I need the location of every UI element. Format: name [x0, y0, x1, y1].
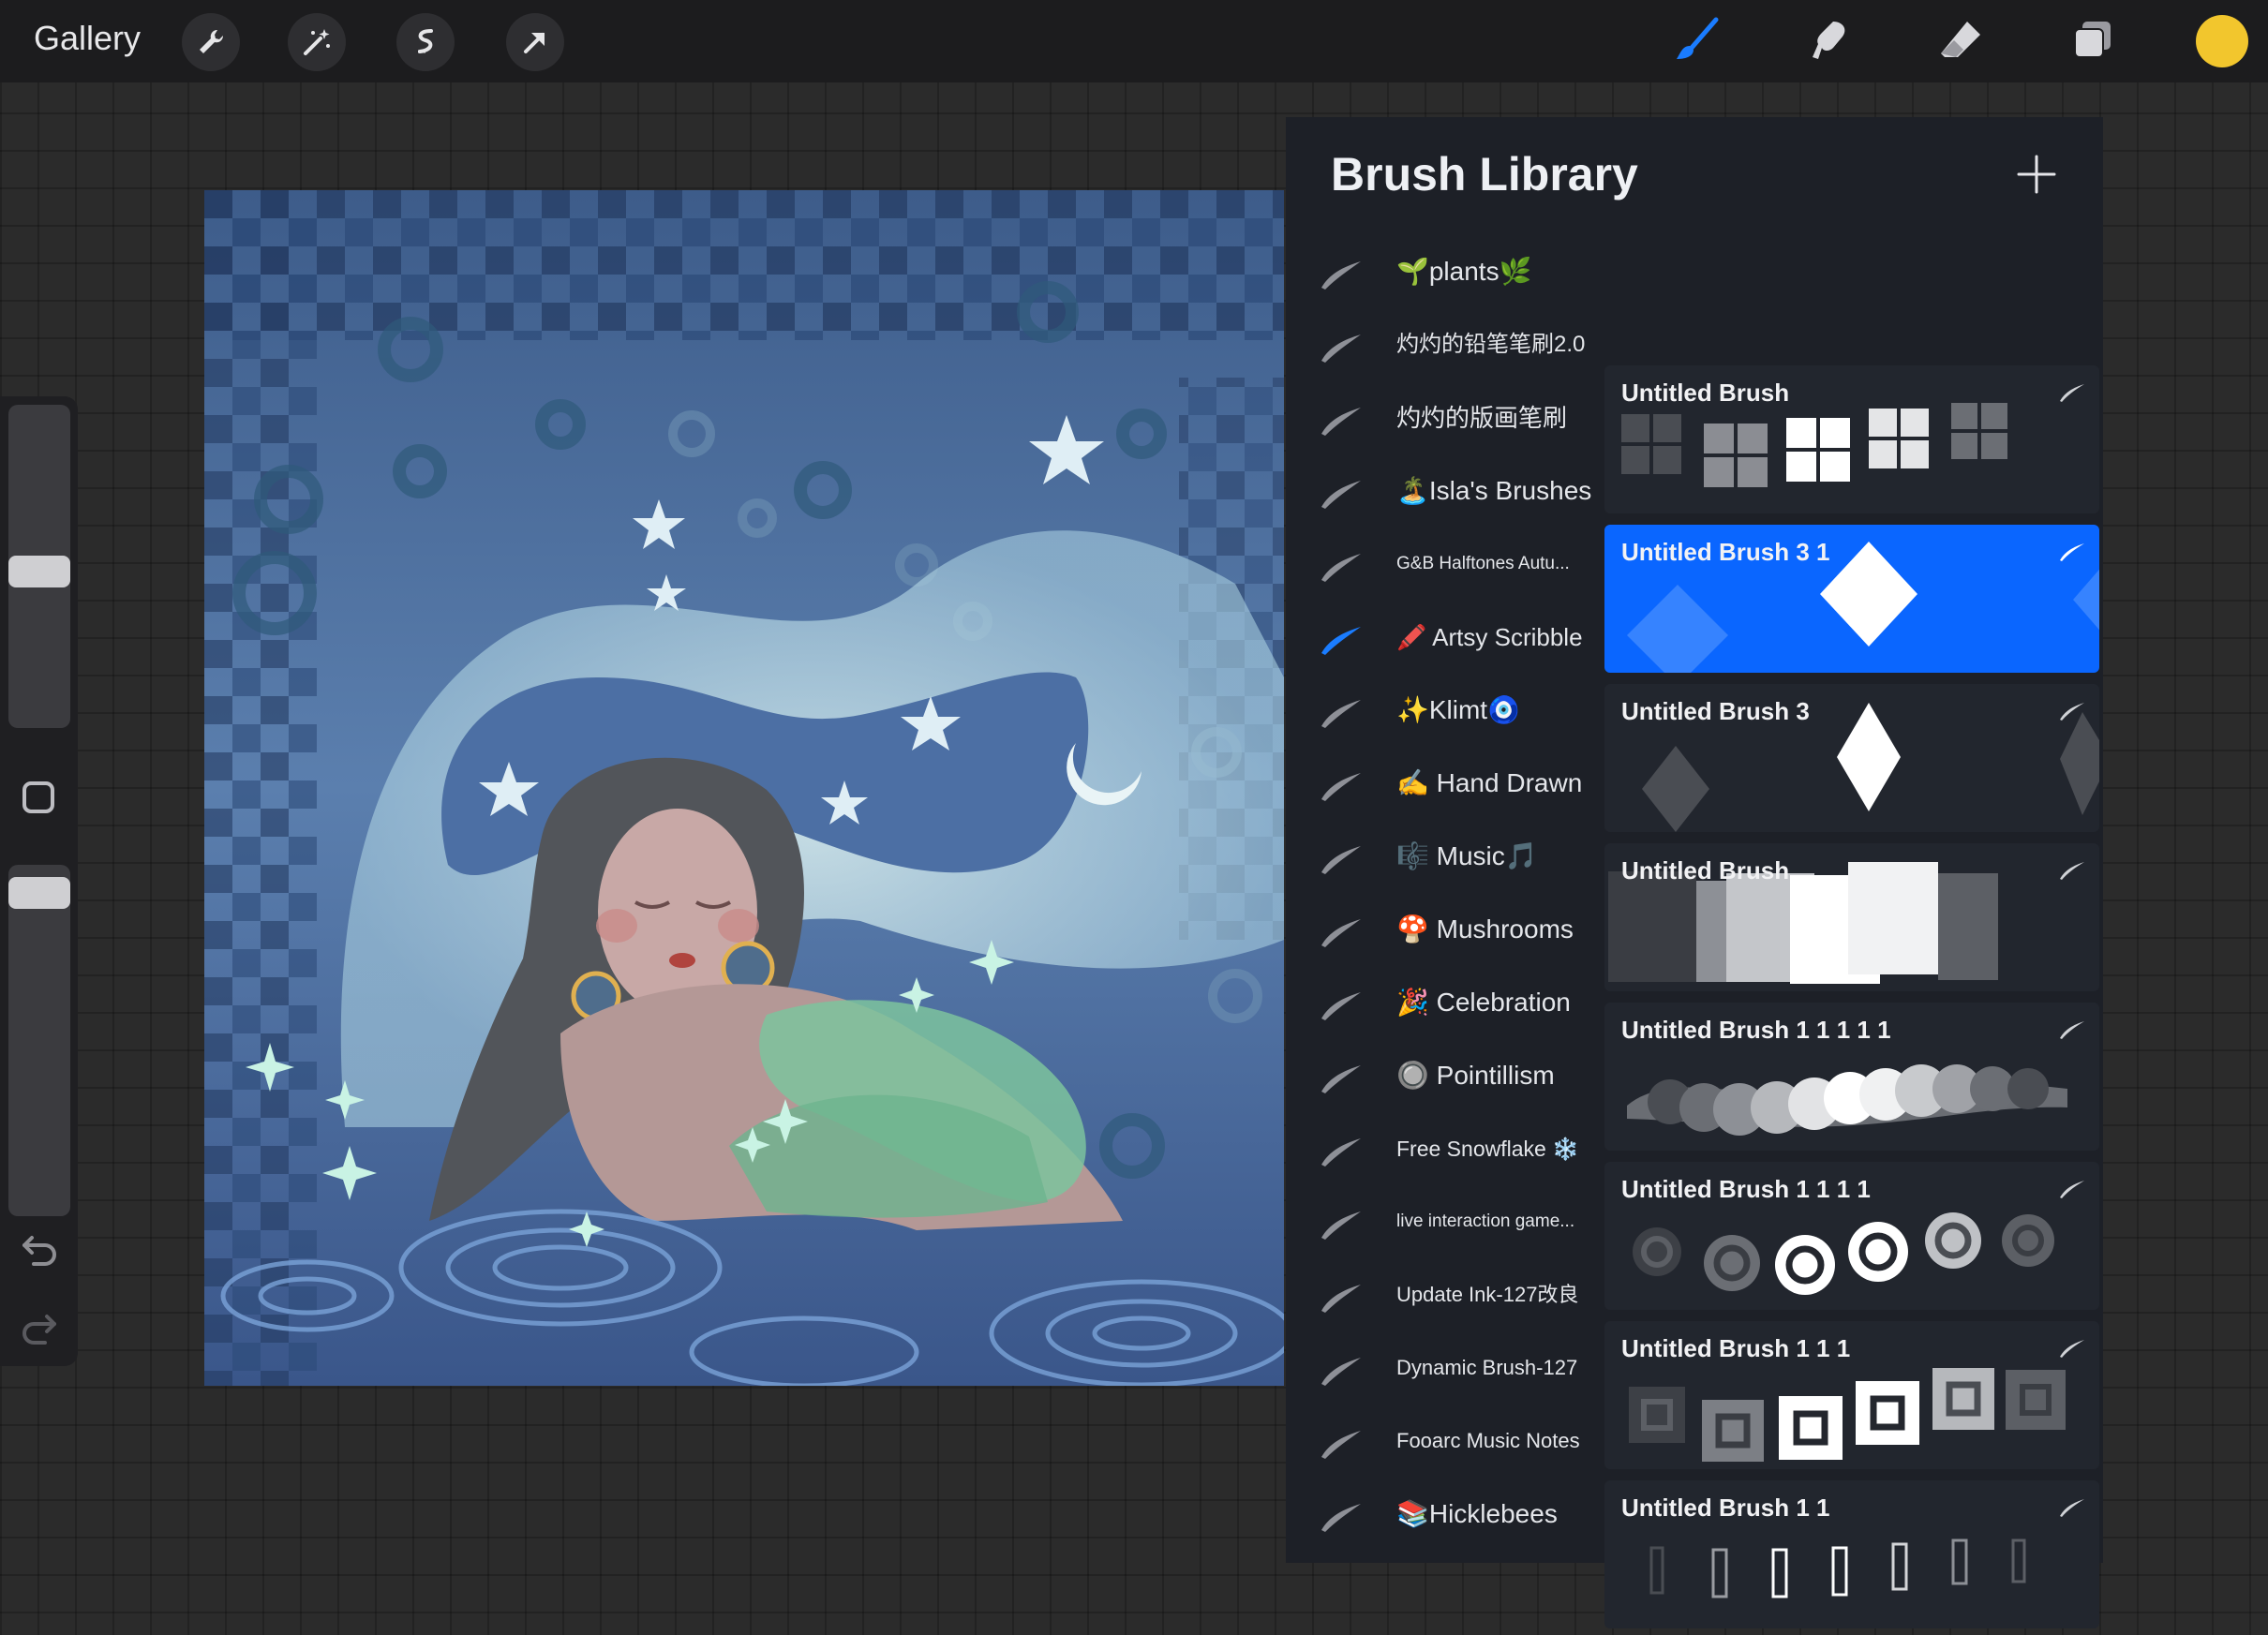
- brush-name: Untitled Brush 1 1 1: [1621, 1334, 1851, 1362]
- brush-stroke-icon: [1321, 1138, 1361, 1167]
- brush-stroke-icon: [1321, 992, 1361, 1020]
- magic-wand-icon[interactable]: [288, 13, 346, 71]
- brush-set-item-selected[interactable]: 🖍️ Artsy Scribble: [1286, 604, 1604, 670]
- brush-card[interactable]: Untitled Brush: [1604, 365, 2099, 513]
- brush-name: Untitled Brush: [1621, 856, 1790, 884]
- brush-set-item[interactable]: ✨Klimt🧿: [1286, 677, 1604, 743]
- brush-stroke-icon: [1321, 408, 1361, 436]
- brush-size-thumb[interactable]: [8, 556, 70, 587]
- brush-stroke-icon: [1321, 700, 1361, 728]
- brush-set-item[interactable]: G&B Halftones Autu...: [1286, 531, 1604, 597]
- brush-stroke-icon: [1321, 1285, 1361, 1313]
- redo-icon[interactable]: [19, 1305, 60, 1346]
- brush-card[interactable]: Untitled Brush 1 1 1 1: [1604, 1162, 2099, 1310]
- brush-card-selected[interactable]: Untitled Brush 3 1: [1604, 525, 2099, 673]
- brush-name: Untitled Brush 1 1 1 1 1: [1621, 1016, 1891, 1044]
- opacity-slider[interactable]: [8, 865, 70, 1216]
- brush-name: Untitled Brush 3: [1621, 697, 1810, 725]
- brush-card[interactable]: Untitled Brush 1 1 1: [1604, 1321, 2099, 1469]
- brush-set-item[interactable]: 🎉 Celebration: [1286, 970, 1604, 1035]
- brush-set-item[interactable]: 🔘 Pointillism: [1286, 1043, 1604, 1108]
- brush-stroke-icon: [2060, 703, 2084, 721]
- brush-card[interactable]: Untitled Brush 1 1: [1604, 1480, 2099, 1628]
- brush-set-item[interactable]: Dynamic Brush-127: [1286, 1335, 1604, 1401]
- brush-name: Untitled Brush 1 1 1 1: [1621, 1175, 1871, 1203]
- brush-stroke-icon: [2060, 1340, 2084, 1358]
- left-sidebar: [0, 396, 78, 1366]
- color-picker-button[interactable]: [2196, 15, 2248, 67]
- brush-stroke-icon: [1321, 261, 1361, 290]
- brush-stroke-icon: [1321, 919, 1361, 947]
- brush-set-item[interactable]: 🎼 Music🎵: [1286, 824, 1604, 889]
- brush-set-item[interactable]: ✍️ Hand Drawn: [1286, 751, 1604, 816]
- gallery-button[interactable]: Gallery: [34, 19, 141, 58]
- brush-card[interactable]: Untitled Brush 3: [1604, 684, 2099, 832]
- opacity-thumb[interactable]: [8, 877, 70, 909]
- layers-icon[interactable]: [2065, 15, 2121, 67]
- undo-icon[interactable]: [19, 1226, 60, 1268]
- brush-stroke-icon: [2060, 1181, 2084, 1198]
- brush-library-panel: Brush Library 🌱plants🌿 灼灼的铅笔笔刷2.0 灼灼的版画笔…: [1286, 117, 2103, 1628]
- brush-stroke-icon: [2060, 862, 2084, 880]
- brush-set-item[interactable]: 📚Hicklebees: [1286, 1481, 1604, 1547]
- top-toolbar: Gallery: [0, 0, 2268, 82]
- brush-card[interactable]: Untitled Brush: [1604, 843, 2099, 991]
- brush-stroke-icon: [2060, 1021, 2084, 1039]
- brush-set-item[interactable]: 🌱plants🌿: [1286, 239, 1604, 305]
- brush-name: Untitled Brush 3 1: [1621, 538, 1830, 566]
- transform-arrow-icon[interactable]: [506, 13, 564, 71]
- brush-set-item[interactable]: Update Ink-127改良: [1286, 1262, 1604, 1328]
- brush-stroke-icon: [2060, 543, 2084, 561]
- brush-set-item[interactable]: Fooarc Music Notes: [1286, 1408, 1604, 1474]
- modify-button[interactable]: [22, 781, 54, 813]
- selection-icon[interactable]: [396, 13, 455, 71]
- plus-icon[interactable]: [2015, 153, 2058, 196]
- brush-set-item[interactable]: 🏝️Isla's Brushes: [1286, 458, 1604, 524]
- brush-name: Untitled Brush 1 1: [1621, 1494, 1830, 1522]
- brush-name: Untitled Brush: [1621, 379, 1790, 407]
- artwork-illustration: [204, 190, 1284, 1386]
- brush-stroke-icon: [1321, 554, 1361, 582]
- brush-stroke-icon: [1321, 1358, 1361, 1386]
- brush-list: Untitled Brush Untitled Brush 3 1 Untitl…: [1604, 248, 2103, 1635]
- brush-set-item[interactable]: 🍄 Mushrooms: [1286, 897, 1604, 962]
- brush-stroke-icon: [1321, 627, 1361, 655]
- brush-stroke-icon: [2060, 1499, 2084, 1517]
- eraser-icon[interactable]: [1932, 15, 1989, 67]
- brush-set-item[interactable]: live interaction game...: [1286, 1189, 1604, 1255]
- brush-card[interactable]: Untitled Brush 1 1 1 1 1: [1604, 1003, 2099, 1151]
- brush-stroke-icon: [1321, 846, 1361, 874]
- brush-set-item[interactable]: Free Snowflake ❄️: [1286, 1116, 1604, 1182]
- brush-stroke-icon: [1321, 1504, 1361, 1532]
- brush-set-item[interactable]: 灼灼的版画笔刷: [1286, 385, 1604, 451]
- smudge-icon[interactable]: [1802, 15, 1858, 67]
- brush-stroke-icon: [1321, 481, 1361, 509]
- brush-stroke-icon: [1321, 1211, 1361, 1240]
- brush-set-item[interactable]: 灼灼的铅笔笔刷2.0: [1286, 312, 1604, 378]
- brush-stroke-icon: [1321, 1431, 1361, 1459]
- brush-stroke-icon: [2060, 384, 2084, 402]
- wrench-icon[interactable]: [182, 13, 240, 71]
- brush-stroke-icon: [1321, 1065, 1361, 1093]
- panel-title: Brush Library: [1331, 148, 1638, 201]
- drawing-canvas[interactable]: [204, 190, 1284, 1386]
- brush-stroke-icon: [1321, 334, 1361, 363]
- brush-icon[interactable]: [1668, 15, 1724, 67]
- brush-stroke-icon: [1321, 773, 1361, 801]
